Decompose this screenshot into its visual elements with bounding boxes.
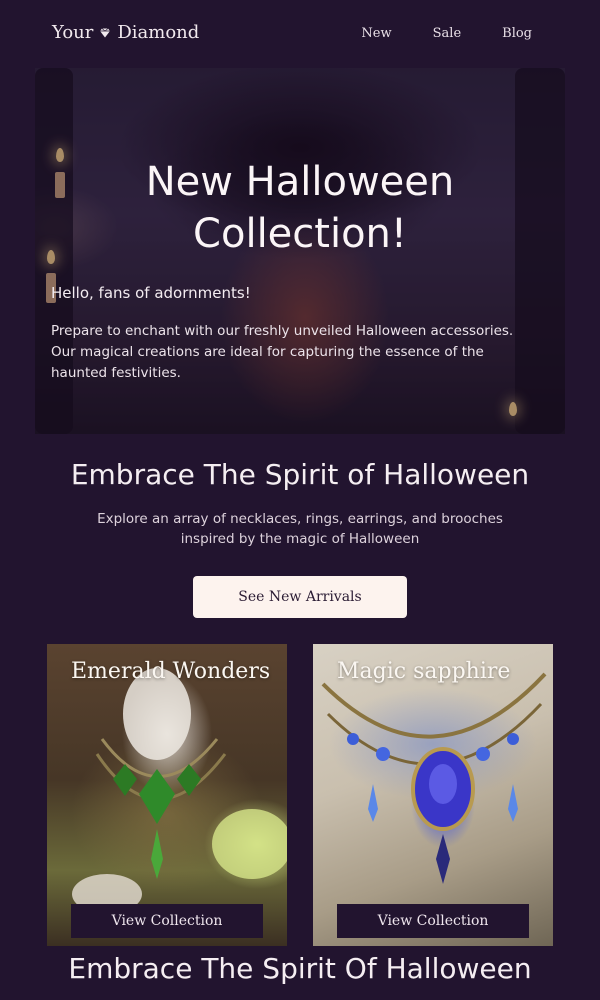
logo-text-right: Diamond bbox=[117, 22, 200, 43]
collection-card-emerald: Emerald Wonders View Collection bbox=[47, 644, 287, 946]
hero-banner: New Halloween Collection! Hello, fans of… bbox=[35, 68, 565, 434]
header: Your Diamond New Sale Blog bbox=[0, 0, 600, 68]
card-title: Emerald Wonders bbox=[71, 659, 271, 684]
emerald-necklace-image bbox=[72, 668, 287, 914]
bottom-section-title: Embrace The Spirit Of Halloween bbox=[68, 952, 532, 985]
nav-sale-link[interactable]: Sale bbox=[433, 26, 462, 41]
diamond-icon bbox=[100, 27, 111, 37]
section-description: Explore an array of necklaces, rings, ea… bbox=[97, 511, 503, 547]
view-collection-button[interactable]: View Collection bbox=[337, 904, 529, 938]
hero-greeting: Hello, fans of adornments! bbox=[51, 284, 251, 302]
collection-card-sapphire: Magic sapphire View Collection bbox=[313, 644, 553, 946]
hero-body-text: Prepare to enchant with our freshly unve… bbox=[51, 323, 514, 381]
logo-text-left: Your bbox=[52, 22, 94, 43]
sapphire-necklace-image bbox=[321, 672, 547, 884]
hero-title: New Halloween Collection! bbox=[145, 159, 455, 257]
nav-new-link[interactable]: New bbox=[361, 26, 391, 41]
logo[interactable]: Your Diamond bbox=[52, 22, 199, 43]
card-title: Magic sapphire bbox=[337, 659, 511, 684]
section-title: Embrace The Spirit of Halloween bbox=[70, 458, 530, 491]
view-collection-button[interactable]: View Collection bbox=[71, 904, 263, 938]
main-nav: New Sale Blog bbox=[361, 26, 532, 41]
see-new-arrivals-button[interactable]: See New Arrivals bbox=[193, 576, 407, 618]
nav-blog-link[interactable]: Blog bbox=[502, 26, 532, 41]
